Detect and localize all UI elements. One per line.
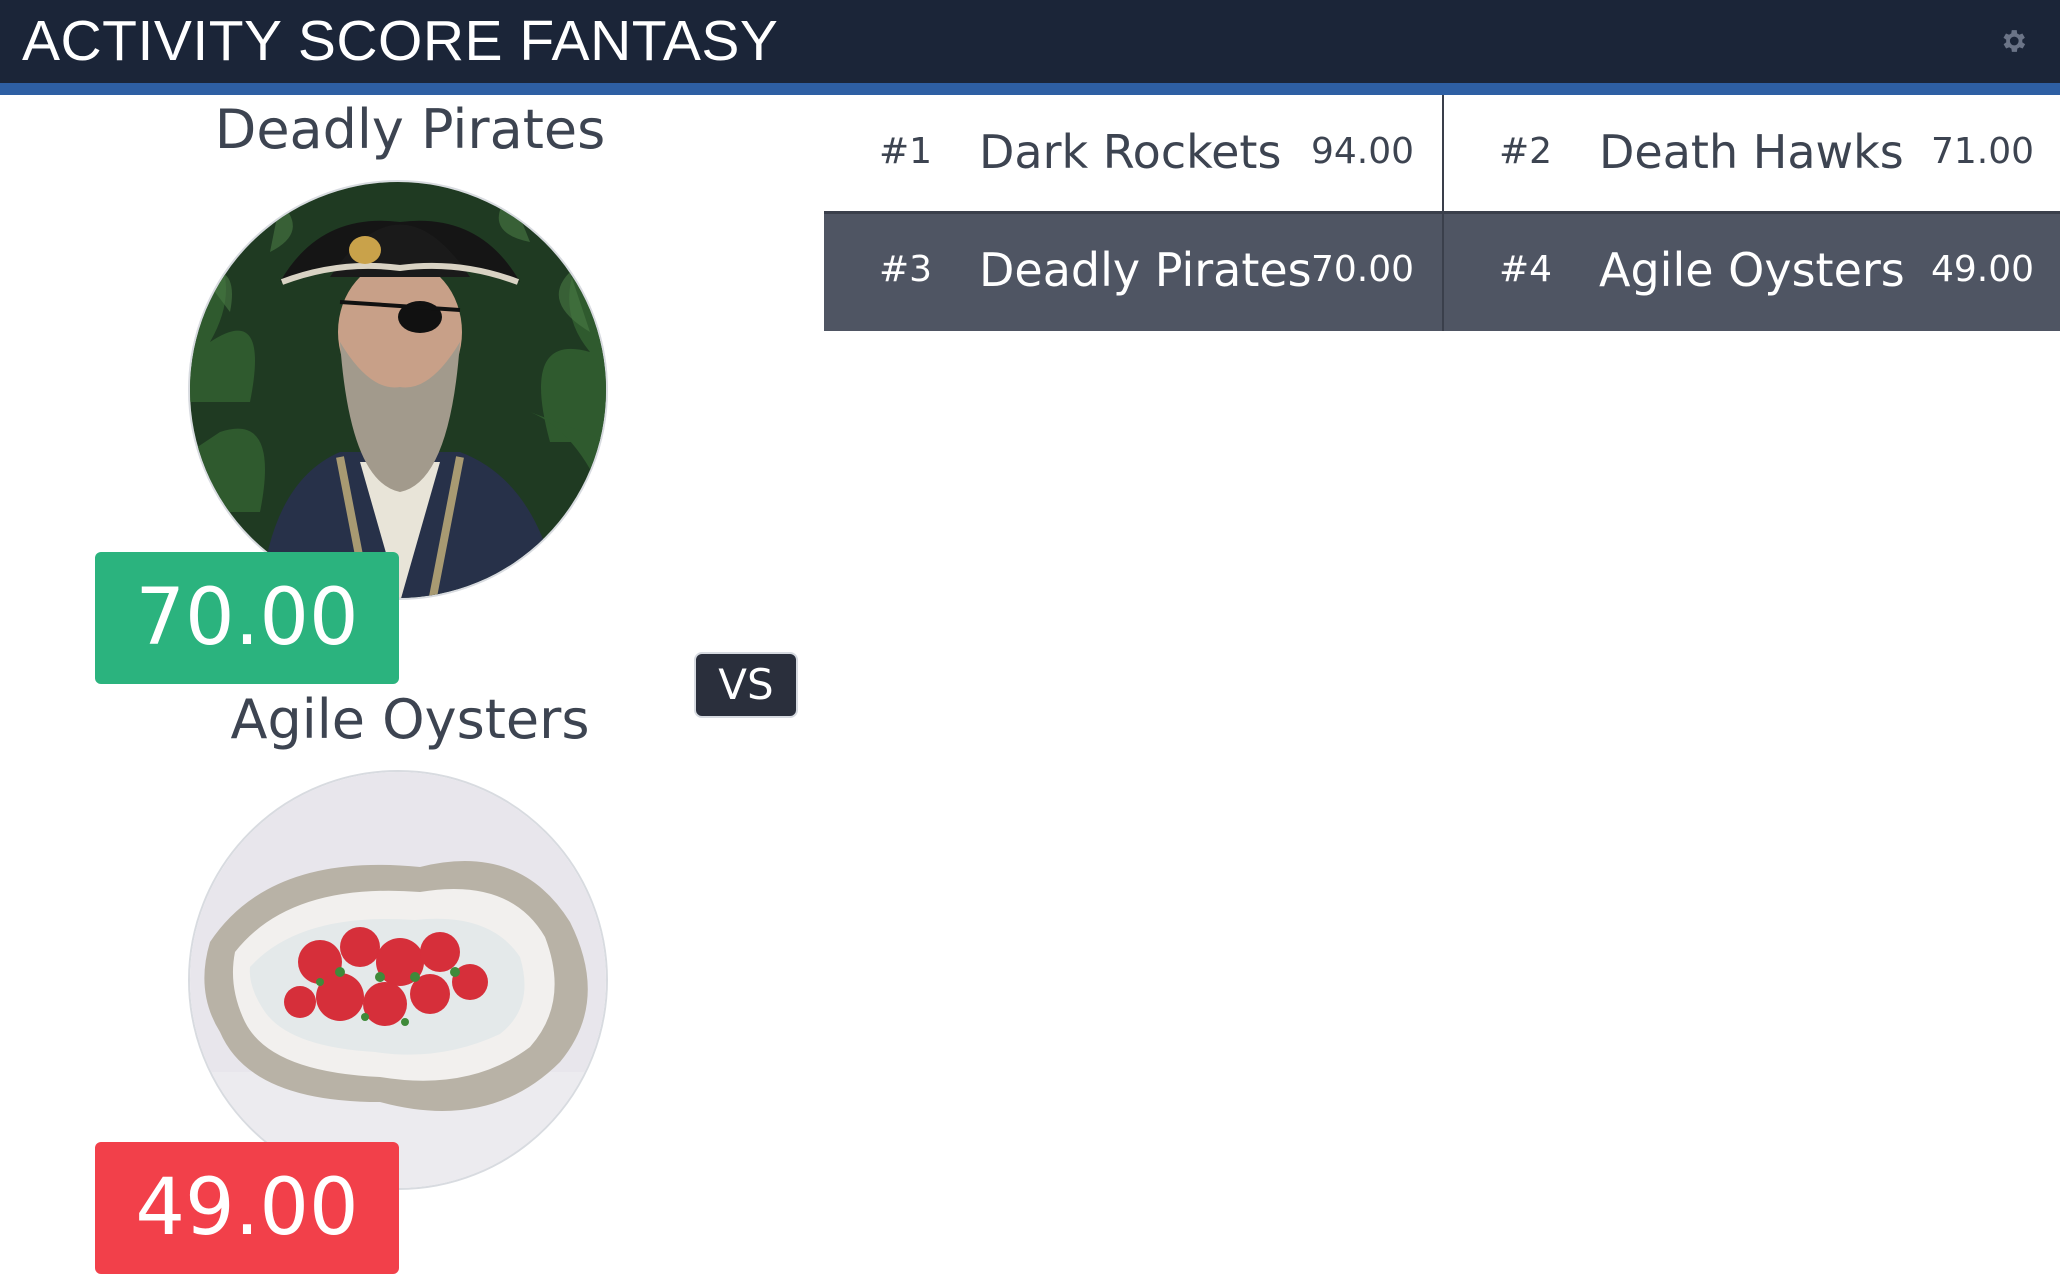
away-team-name: Agile Oysters xyxy=(230,688,590,751)
away-team-avatar[interactable] xyxy=(188,770,608,1190)
standings-cell-3[interactable]: #3 Deadly Pirates 70.00 xyxy=(824,213,1442,331)
oyster-photo xyxy=(190,772,606,1188)
team-score: 49.00 xyxy=(1930,249,2034,290)
team-name: Dark Rockets xyxy=(979,125,1282,179)
rank-label: #1 xyxy=(879,131,933,172)
rank-label: #4 xyxy=(1499,249,1553,290)
rank-label: #3 xyxy=(879,249,933,290)
app-title: ACTIVITY SCORE FANTASY xyxy=(22,9,779,73)
away-score-badge: 49.00 xyxy=(95,1142,399,1274)
home-team-name: Deadly Pirates xyxy=(214,98,606,161)
team-name: Deadly Pirates xyxy=(979,243,1312,297)
home-score-badge: 70.00 xyxy=(95,552,399,684)
standings-grid: #1 Dark Rockets 94.00 #2 Death Hawks 71.… xyxy=(824,95,2060,331)
app-header: ACTIVITY SCORE FANTASY xyxy=(0,0,2060,95)
pirate-photo xyxy=(190,182,606,598)
gear-icon[interactable] xyxy=(1998,26,2028,56)
standings-cell-4[interactable]: #4 Agile Oysters 49.00 xyxy=(1444,213,2060,331)
team-name: Death Hawks xyxy=(1599,125,1904,179)
standings-cell-1[interactable]: #1 Dark Rockets 94.00 xyxy=(824,95,1442,213)
team-name: Agile Oysters xyxy=(1599,243,1905,297)
team-score: 71.00 xyxy=(1930,131,2034,172)
home-team-avatar[interactable] xyxy=(188,180,608,600)
row-divider xyxy=(824,211,2060,214)
team-score: 70.00 xyxy=(1310,249,1414,290)
team-score: 94.00 xyxy=(1310,131,1414,172)
rank-label: #2 xyxy=(1499,131,1553,172)
standings-cell-2[interactable]: #2 Death Hawks 71.00 xyxy=(1444,95,2060,213)
